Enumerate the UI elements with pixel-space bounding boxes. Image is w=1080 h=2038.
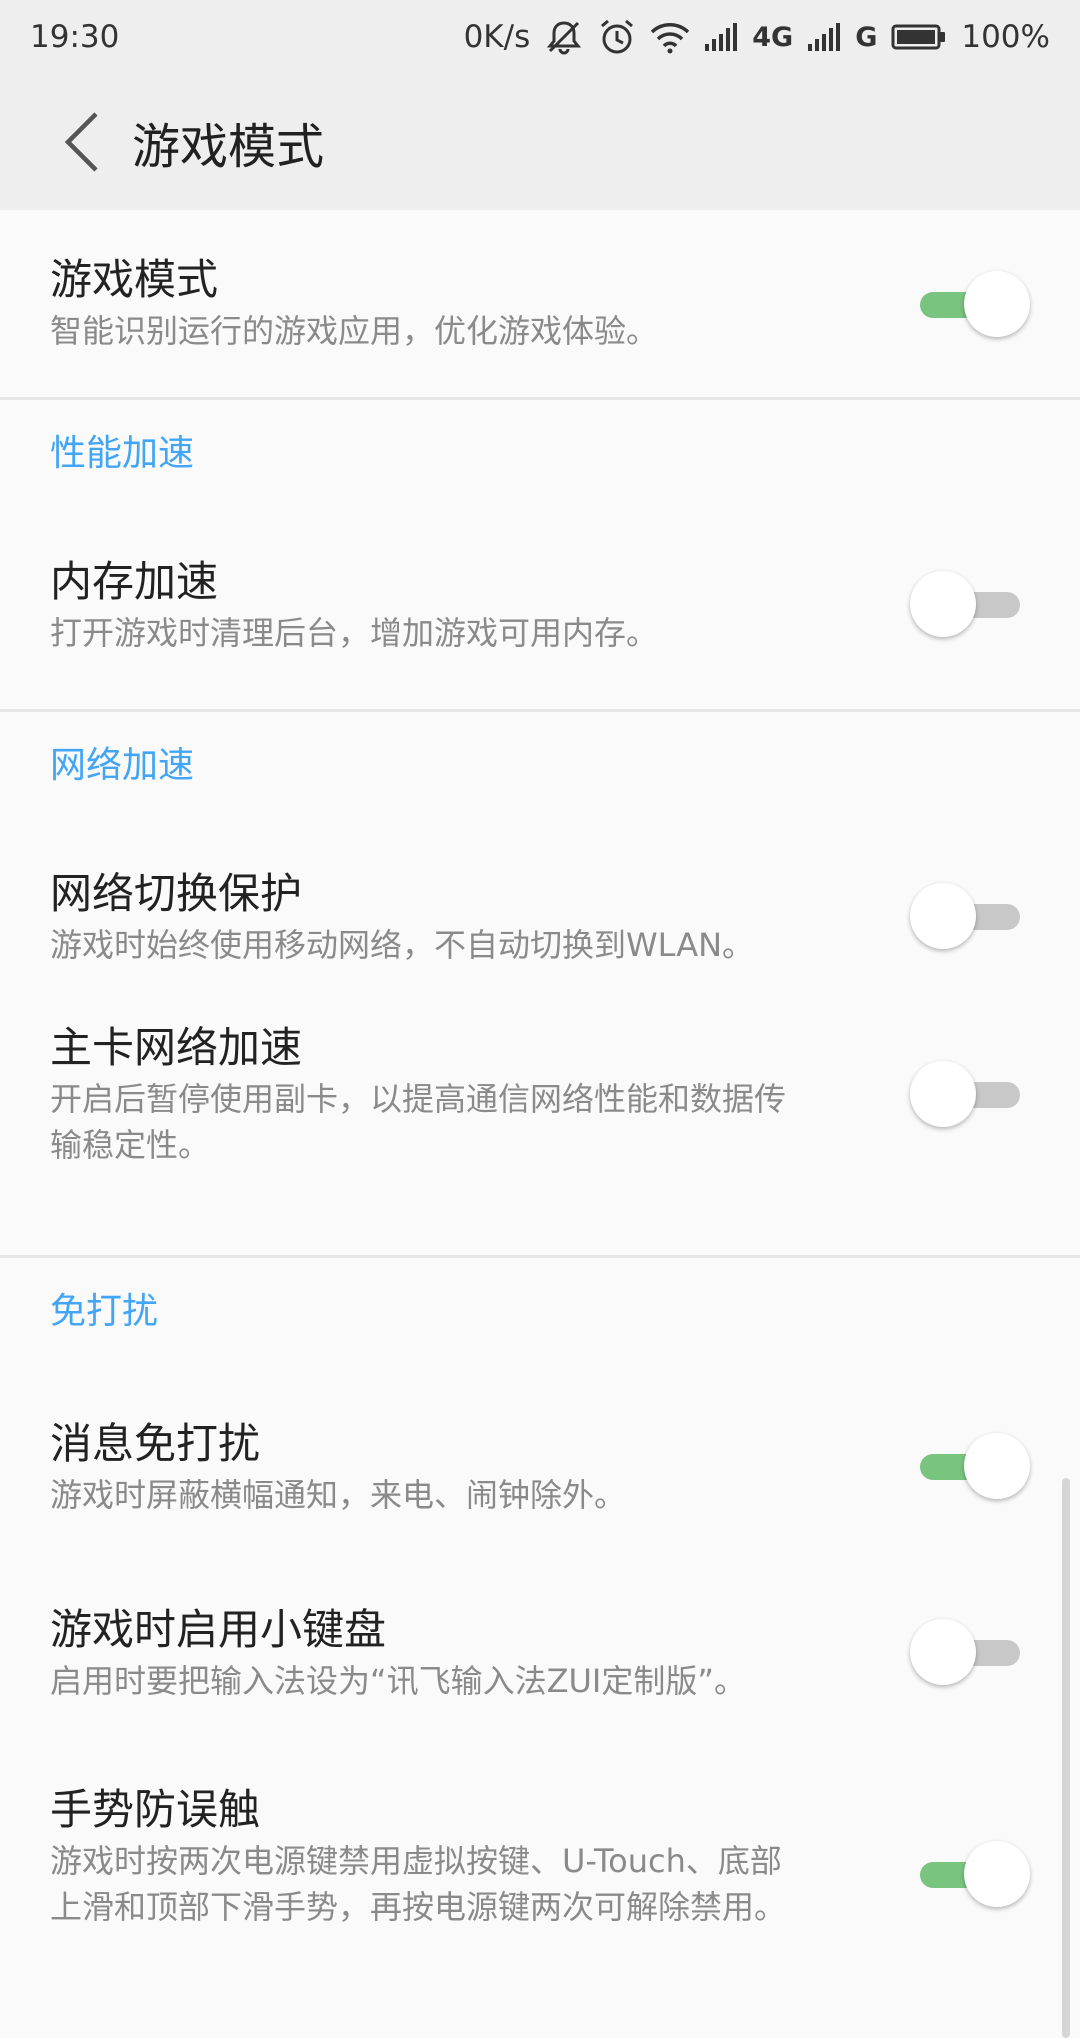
mute-icon bbox=[544, 17, 584, 57]
setting-subtitle: 游戏时按两次电源键禁用虚拟按键、U-Touch、底部上滑和顶部下滑手势，再按电源… bbox=[50, 1842, 787, 1926]
game-mode-toggle[interactable] bbox=[910, 268, 1030, 340]
section-header-performance: 性能加速 bbox=[50, 433, 195, 474]
status-icons: 0K/s 4G G 100% bbox=[464, 17, 1050, 57]
battery-percent: 100% bbox=[961, 19, 1050, 55]
setting-small-keyboard[interactable]: 游戏时启用小键盘 启用时要把输入法设为“讯飞输入法ZUI定制版”。 bbox=[0, 1562, 1080, 1750]
primary-sim-boost-toggle[interactable] bbox=[910, 1058, 1030, 1130]
setting-subtitle: 智能识别运行的游戏应用，优化游戏体验。 bbox=[50, 312, 659, 350]
section-header-network: 网络加速 bbox=[50, 745, 195, 786]
status-bar: 19:30 0K/s 4G G 100% bbox=[0, 0, 1080, 74]
setting-game-mode[interactable]: 游戏模式 智能识别运行的游戏应用，优化游戏体验。 bbox=[0, 210, 1080, 397]
setting-subtitle: 开启后暂停使用副卡，以提高通信网络性能和数据传输稳定性。 bbox=[50, 1080, 787, 1164]
setting-subtitle: 启用时要把输入法设为“讯飞输入法ZUI定制版”。 bbox=[50, 1662, 746, 1700]
setting-memory-boost[interactable]: 内存加速 打开游戏时清理后台，增加游戏可用内存。 bbox=[0, 516, 1080, 709]
sim2-network-type: G bbox=[855, 21, 878, 53]
alarm-icon bbox=[598, 18, 636, 56]
memory-boost-toggle[interactable] bbox=[910, 568, 1030, 640]
setting-gesture-guard[interactable]: 手势防误触 游戏时按两次电源键禁用虚拟按键、U-Touch、底部上滑和顶部下滑手… bbox=[0, 1750, 1080, 2000]
net-speed: 0K/s bbox=[463, 19, 531, 55]
settings-list: 游戏模式 智能识别运行的游戏应用，优化游戏体验。 性能加速 内存加速 打开游戏时… bbox=[0, 210, 1080, 2000]
app-bar: 游戏模式 bbox=[0, 74, 1080, 210]
wifi-icon bbox=[650, 20, 690, 54]
battery-icon bbox=[891, 23, 947, 51]
section-header-dnd: 免打扰 bbox=[50, 1291, 159, 1332]
gesture-guard-toggle[interactable] bbox=[910, 1838, 1030, 1910]
setting-subtitle: 游戏时屏蔽横幅通知，来电、闹钟除外。 bbox=[50, 1476, 627, 1514]
status-time: 19:30 bbox=[30, 19, 120, 55]
setting-network-protect[interactable]: 网络切换保护 游戏时始终使用移动网络，不自动切换到WLAN。 bbox=[0, 828, 1080, 1018]
chevron-left-icon bbox=[64, 112, 98, 172]
network-protect-toggle[interactable] bbox=[910, 880, 1030, 952]
setting-subtitle: 打开游戏时清理后台，增加游戏可用内存。 bbox=[50, 614, 659, 652]
small-keyboard-toggle[interactable] bbox=[910, 1616, 1030, 1688]
sim1-network-type: 4G bbox=[752, 21, 794, 53]
scrollbar[interactable] bbox=[1062, 1478, 1070, 2038]
page-title: 游戏模式 bbox=[132, 119, 325, 175]
setting-title: 手势防误触 bbox=[50, 1785, 261, 1834]
signal-icon bbox=[704, 22, 738, 52]
msg-dnd-toggle[interactable] bbox=[910, 1430, 1030, 1502]
signal-icon bbox=[807, 22, 841, 52]
setting-msg-dnd[interactable]: 消息免打扰 游戏时屏蔽横幅通知，来电、闹钟除外。 bbox=[0, 1374, 1080, 1562]
back-button[interactable] bbox=[40, 100, 124, 184]
setting-subtitle: 游戏时始终使用移动网络，不自动切换到WLAN。 bbox=[50, 926, 755, 964]
setting-primary-sim-boost[interactable]: 主卡网络加速 开启后暂停使用副卡，以提高通信网络性能和数据传输稳定性。 bbox=[0, 1018, 1080, 1255]
